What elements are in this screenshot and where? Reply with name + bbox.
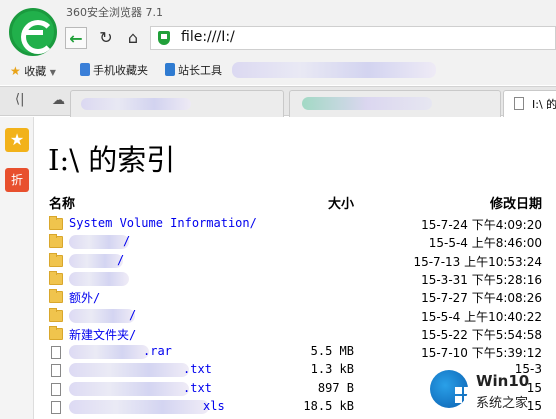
table-row[interactable]: / 15-5-4 上午8:46:00: [35, 233, 556, 251]
file-size: 897 B: [317, 380, 354, 395]
blurred-filename: [69, 271, 129, 286]
modified-date: 15-7-27 下午4:08:26: [421, 291, 542, 306]
file-size: 1.3 kB: [310, 362, 354, 377]
star-icon: ★: [10, 64, 21, 78]
watermark-site: 系统之家: [476, 396, 529, 411]
column-header-modified[interactable]: 修改日期: [490, 193, 542, 212]
folder-icon: [49, 325, 63, 340]
chevron-down-icon[interactable]: ▼: [50, 68, 56, 77]
address-bar[interactable]: file:///I:/: [150, 26, 556, 50]
file-link[interactable]: /: [123, 234, 130, 248]
column-header-name[interactable]: 名称: [49, 193, 75, 212]
modified-date: 15-5-22 下午5:54:58: [421, 327, 542, 342]
blurred-filename: [69, 235, 129, 250]
file-link[interactable]: .rar: [143, 344, 172, 358]
file-link[interactable]: /: [129, 308, 136, 322]
modified-date: 15-7-24 下午4:09:20: [421, 218, 542, 232]
file-link[interactable]: xls: [203, 399, 225, 413]
table-row[interactable]: System Volume Information/15-7-24 下午4:09…: [35, 215, 556, 233]
home-icon[interactable]: ⌂: [122, 27, 144, 49]
modified-date: 15-3-31 下午5:28:16: [421, 272, 542, 287]
page-title: I:\ 的索引: [48, 143, 176, 177]
tab-strip: ⟨| ☁ I:\ 的: [0, 86, 556, 117]
file-icon: [51, 364, 61, 378]
tab-3-active[interactable]: I:\ 的: [503, 90, 556, 117]
url-text[interactable]: file:///I:/: [181, 29, 235, 45]
modified-date: 15-7-13 上午10:53:24: [413, 254, 542, 269]
mobile-favorites-label: 手机收藏夹: [93, 64, 148, 77]
watermark: Win10 系统之家: [416, 364, 556, 419]
table-row[interactable]: 15-3-31 下午5:28:16: [35, 270, 556, 288]
tools-icon: [165, 63, 175, 76]
blurred-filename: [69, 381, 189, 396]
blurred-filename: [69, 400, 209, 414]
webmaster-tools-button[interactable]: 站长工具: [165, 63, 222, 79]
windows-logo-icon: [430, 370, 471, 408]
favorites-star-icon[interactable]: ★: [5, 128, 29, 152]
folder-icon: [49, 252, 63, 267]
file-size: 5.5 MB: [310, 344, 354, 359]
folder-icon: [49, 307, 63, 322]
tab-collapse-icon[interactable]: ⟨|: [15, 92, 24, 107]
file-icon: [51, 382, 61, 396]
file-link[interactable]: System Volume Information/: [69, 216, 257, 230]
folder-icon: [49, 234, 63, 249]
blurred-filename: [69, 253, 123, 268]
tab-3-label: I:\ 的: [532, 98, 556, 111]
security-shield-icon: [158, 31, 170, 45]
browser-chrome: 360安全浏览器 7.1 ← ↻ ⌂ file:///I:/ ★ 收藏 ▼ 手机…: [0, 0, 556, 85]
file-icon: [51, 401, 61, 414]
browser-logo-icon[interactable]: [9, 8, 57, 56]
watermark-brand: Win10: [476, 372, 530, 390]
file-link[interactable]: 额外/: [69, 289, 100, 306]
table-row[interactable]: .rar 5.5 MB 15-7-10 下午5:39:12: [35, 343, 556, 361]
tab-1-blurred-title: [81, 98, 191, 110]
blurred-filename: [69, 345, 149, 360]
table-row[interactable]: 额外/15-7-27 下午4:08:26: [35, 288, 556, 306]
favorites-bar: ★ 收藏 ▼ 手机收藏夹 站长工具: [0, 58, 556, 84]
table-row[interactable]: / 15-5-4 上午10:40:22: [35, 307, 556, 325]
file-link[interactable]: .txt: [183, 362, 212, 376]
column-header-size[interactable]: 大小: [328, 193, 354, 212]
modified-date: 15-5-4 上午10:40:22: [421, 309, 542, 324]
blurred-favorite-items: [232, 62, 436, 78]
favorites-collect-label: 收藏: [24, 65, 47, 78]
file-link[interactable]: /: [117, 253, 124, 267]
file-size: 18.5 kB: [303, 399, 354, 413]
folder-icon: [49, 270, 63, 285]
blurred-filename: [69, 308, 135, 323]
mobile-favorites-button[interactable]: 手机收藏夹: [80, 63, 148, 79]
webmaster-tools-label: 站长工具: [178, 64, 222, 77]
reload-icon[interactable]: ↻: [95, 27, 117, 49]
file-link[interactable]: 新建文件夹/: [69, 326, 136, 343]
table-row[interactable]: 新建文件夹/15-5-22 下午5:54:58: [35, 325, 556, 343]
modified-date: 15-5-4 上午8:46:00: [428, 236, 542, 251]
file-link[interactable]: .txt: [183, 381, 212, 395]
back-arrow-icon[interactable]: ←: [65, 27, 87, 49]
tab-1[interactable]: [70, 90, 284, 117]
cloud-icon[interactable]: ☁: [52, 93, 65, 108]
folder-icon: [49, 216, 63, 230]
navigation-bar: ← ↻ ⌂ file:///I:/: [62, 25, 556, 53]
tab-2-blurred-title: [302, 97, 432, 110]
table-row[interactable]: / 15-7-13 上午10:53:24: [35, 252, 556, 270]
phone-icon: [80, 63, 90, 76]
tab-2[interactable]: [289, 90, 501, 117]
app-title: 360安全浏览器 7.1: [66, 6, 163, 19]
folder-icon: [49, 289, 63, 304]
document-icon: [514, 97, 524, 110]
blurred-filename: [69, 363, 189, 378]
discount-icon[interactable]: 折: [5, 168, 29, 192]
favorites-collect-button[interactable]: ★ 收藏 ▼: [10, 63, 56, 79]
sidebar: ★ 折: [0, 117, 34, 419]
modified-date: 15-7-10 下午5:39:12: [421, 346, 542, 361]
file-icon: [51, 346, 61, 360]
